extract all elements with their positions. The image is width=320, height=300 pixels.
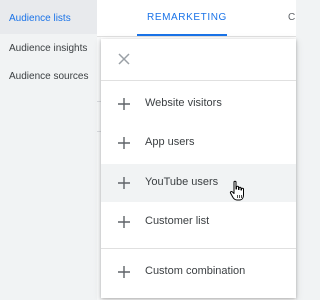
sidebar-item-audience-sources[interactable]: Audience sources: [0, 63, 97, 91]
menu-item-label: Customer list: [145, 215, 210, 227]
hand-pointer-icon: [229, 180, 244, 201]
tab-bar: REMARKETING CUSTOM: [97, 0, 296, 37]
menu-header: [101, 39, 296, 81]
active-tab-indicator: [137, 34, 227, 36]
plus-icon: [118, 137, 130, 149]
menu-item-label: YouTube users: [145, 176, 219, 188]
menu-item-customer-list[interactable]: Customer list: [101, 203, 296, 241]
menu-item-youtube-users[interactable]: YouTube users: [101, 164, 296, 202]
sidebar-item-audience-insights[interactable]: Audience insights: [0, 35, 97, 63]
create-audience-menu: Website visitors App users YouTube users…: [101, 39, 296, 298]
plus-icon: [118, 177, 130, 189]
tab-custom[interactable]: CUSTOM: [288, 12, 296, 23]
plus-icon: [118, 266, 130, 278]
sidebar: Audience lists Audience insights Audienc…: [0, 0, 97, 300]
menu-item-label: Custom combination: [145, 265, 246, 277]
plus-icon: [118, 216, 130, 228]
menu-item-app-users[interactable]: App users: [101, 124, 296, 162]
menu-item-website-visitors[interactable]: Website visitors: [101, 85, 296, 123]
menu-divider: [101, 248, 296, 249]
menu-item-label: App users: [145, 136, 195, 148]
menu-item-label: Website visitors: [145, 97, 222, 109]
plus-icon: [118, 98, 130, 110]
sidebar-item-audience-lists[interactable]: Audience lists: [0, 0, 97, 34]
menu-item-custom-combination[interactable]: Custom combination: [101, 253, 296, 291]
close-icon[interactable]: [117, 52, 131, 66]
tab-remarketing[interactable]: REMARKETING: [147, 12, 227, 23]
